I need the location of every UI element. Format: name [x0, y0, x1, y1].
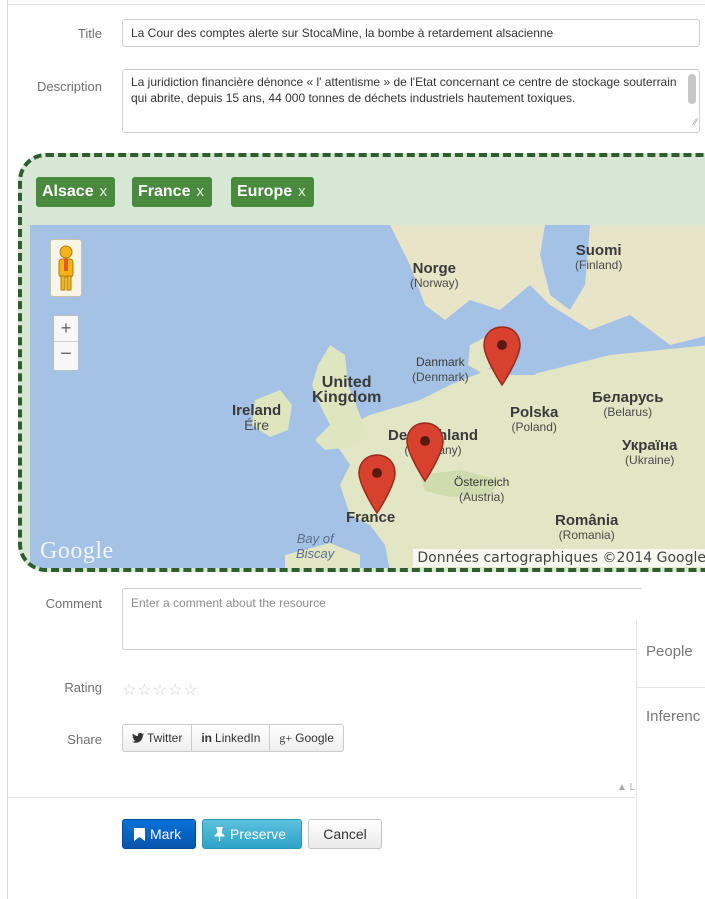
street-view-pegman[interactable] [50, 239, 82, 297]
share-label-text: Twitter [147, 731, 183, 745]
description-textarea[interactable]: La juridiction financière dénonce « l' a… [122, 69, 700, 133]
resize-grip-icon[interactable]: ⁄⁄ [694, 114, 697, 130]
zoom-out-button[interactable]: − [54, 342, 78, 367]
map-label: Ireland Éire [232, 402, 282, 433]
mark-button[interactable]: Mark [122, 819, 196, 849]
comment-textarea[interactable]: Enter a comment about the resource [122, 588, 642, 650]
preserve-label: Preserve [230, 826, 287, 842]
map-label: Bay of Biscay [296, 531, 335, 561]
actions-divider [7, 797, 635, 798]
rating-label: Rating [64, 680, 102, 695]
share-twitter-button[interactable]: Twitter [123, 725, 193, 751]
description-label: Description [36, 79, 102, 94]
title-label: Title [77, 26, 102, 41]
pegman-icon [58, 245, 74, 291]
map-label: United Kingdom [312, 374, 382, 406]
collapse-toggle[interactable]: ▲ L [617, 782, 635, 793]
star-rating[interactable]: ☆☆☆☆☆ [122, 680, 199, 700]
tag-remove-button[interactable]: x [196, 183, 204, 200]
preserve-button[interactable]: Preserve [202, 819, 302, 849]
tag-remove-button[interactable]: x [298, 183, 306, 200]
map-pin-icon[interactable] [357, 453, 397, 515]
map-label: Norge (Norway) [410, 260, 459, 290]
map-label: Danmark (Denmark) [412, 355, 469, 384]
side-panel-divider [637, 687, 705, 688]
linkedin-icon: in [201, 731, 213, 745]
title-input[interactable]: La Cour des comptes alerte sur StocaMine… [122, 19, 700, 47]
page-left-border [7, 0, 8, 899]
mark-label: Mark [150, 826, 182, 842]
map-label: Österreich (Austria) [454, 475, 510, 504]
tag-label: France [138, 183, 191, 200]
tag-remove-button[interactable]: x [100, 183, 108, 200]
map-label: România (Romania) [555, 512, 619, 542]
zoom-control: + − [53, 315, 79, 371]
share-label-text: Google [295, 731, 334, 745]
tag-label: Europe [237, 183, 293, 200]
people-tab[interactable]: People [646, 643, 693, 660]
share-label: Share [67, 732, 102, 747]
comment-label: Comment [45, 596, 102, 611]
map-label: Polska (Poland) [510, 404, 559, 434]
description-scrollbar[interactable] [688, 74, 696, 104]
tag-france: France x [132, 177, 212, 207]
share-linkedin-button[interactable]: in LinkedIn [192, 725, 271, 751]
map-label: Suomi (Finland) [575, 242, 623, 272]
share-google-button[interactable]: g+ Google [270, 725, 342, 751]
share-button-group: Twitter in LinkedIn g+ Google [122, 724, 344, 752]
map-label: Україна (Ukraine) [622, 437, 678, 467]
map-label: Беларусь (Belarus) [592, 389, 664, 419]
page-top-divider [7, 4, 705, 5]
google-logo: Google [40, 538, 114, 564]
map-pin-icon[interactable] [482, 325, 522, 387]
location-panel: Alsace x France x Europe x + − Suomi (Fi… [18, 153, 705, 572]
map-pin-icon[interactable] [405, 421, 445, 483]
tag-alsace: Alsace x [36, 177, 116, 207]
tag-label: Alsace [42, 183, 94, 200]
description-text: La juridiction financière dénonce « l' a… [131, 75, 677, 105]
bookmark-icon [134, 827, 145, 841]
map-view[interactable]: + − Suomi (Finland) Norge (Norway) Danmark… [30, 225, 705, 568]
pushpin-icon [214, 827, 225, 841]
zoom-in-button[interactable]: + [54, 316, 78, 342]
tag-europe: Europe x [231, 177, 314, 207]
twitter-icon [132, 733, 144, 743]
map-attribution: Données cartographiques ©2014 Google [413, 549, 705, 567]
share-label-text: LinkedIn [215, 731, 261, 745]
inferences-tab[interactable]: Inferenc [646, 708, 700, 725]
google-plus-icon: g+ [279, 731, 293, 745]
side-panel: People Inferenc [636, 620, 705, 899]
cancel-button[interactable]: Cancel [308, 819, 382, 849]
